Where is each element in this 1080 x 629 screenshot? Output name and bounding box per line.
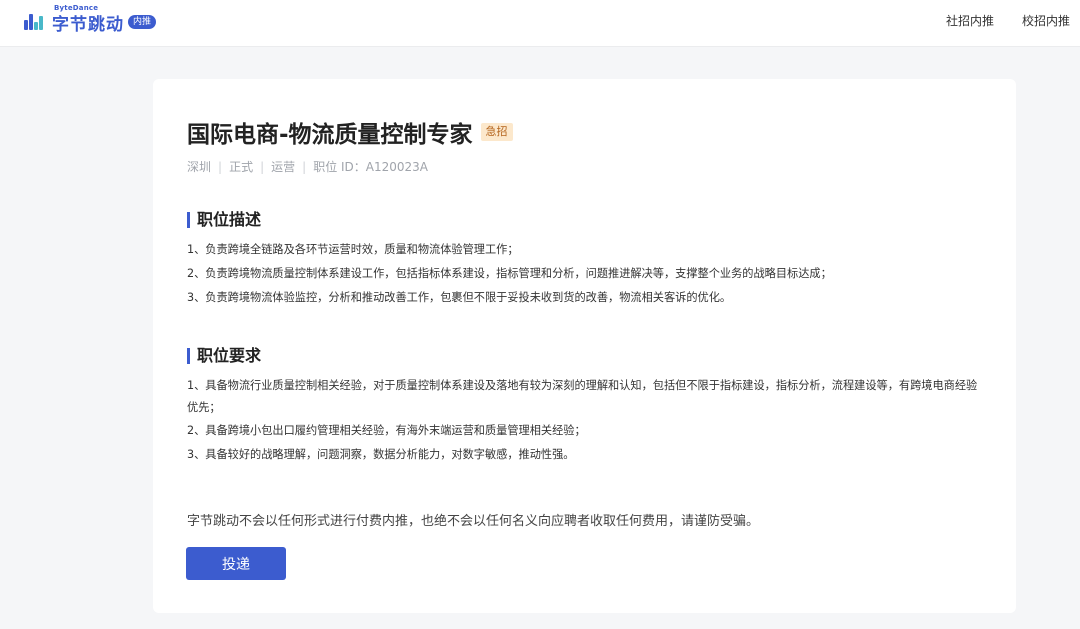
job-title: 国际电商-物流质量控制专家: [187, 122, 473, 148]
logo-subtitle: ByteDance: [54, 3, 99, 12]
bytedance-bars-icon: [24, 14, 46, 30]
referral-badge: 内推: [128, 15, 157, 29]
urgent-badge: 急招: [480, 123, 513, 141]
nav-campus-referral[interactable]: 校招内推: [1022, 12, 1070, 29]
description-list: 1、负责跨境全链路及各环节运营时效，质量和物流体验管理工作； 2、负责跨境物流质…: [187, 238, 987, 310]
meta-divider: |: [302, 159, 307, 174]
job-type: 正式: [229, 160, 254, 174]
job-location: 深圳: [187, 160, 212, 174]
anti-fraud-notice: 字节跳动不会以任何形式进行付费内推，也绝不会以任何名义向应聘者收取任何费用，请谨…: [187, 514, 760, 529]
bytedance-logo[interactable]: ByteDance 字节跳动 内推: [24, 4, 157, 36]
job-id: 职位 ID：A120023A: [313, 160, 429, 174]
requirements-heading: 职位要求: [187, 348, 261, 364]
description-line: 2、负责跨境物流质量控制体系建设工作，包括指标体系建设，指标管理和分析，问题推进…: [187, 267, 832, 280]
job-category: 运营: [271, 160, 296, 174]
requirement-line: 1、具备物流行业质量控制相关经验，对于质量控制体系建设及落地有较为深刻的理解和认…: [187, 379, 978, 414]
logo-text: ByteDance 字节跳动: [52, 4, 124, 35]
nav-social-referral[interactable]: 社招内推: [946, 12, 994, 29]
top-navigation-bar: ByteDance 字节跳动 内推 社招内推 校招内推: [0, 0, 1080, 46]
requirement-line: 3、具备较好的战略理解，问题洞察，数据分析能力，对数字敏感，推动性强。: [187, 448, 575, 461]
apply-button[interactable]: 投递: [186, 547, 286, 580]
requirements-list: 1、具备物流行业质量控制相关经验，对于质量控制体系建设及落地有较为深刻的理解和认…: [187, 375, 987, 467]
job-detail-card: 国际电商-物流质量控制专家 急招 深圳 | 正式 | 运营 | 职位 ID：A1…: [153, 79, 1016, 613]
job-title-row: 国际电商-物流质量控制专家 急招: [187, 115, 513, 149]
top-nav-links: 社招内推 校招内推: [918, 12, 1070, 29]
logo-name: 字节跳动: [52, 14, 124, 35]
description-heading: 职位描述: [187, 212, 261, 228]
meta-divider: |: [218, 159, 223, 174]
description-line: 1、负责跨境全链路及各环节运营时效，质量和物流体验管理工作；: [187, 243, 519, 256]
description-line: 3、负责跨境物流体验监控，分析和推动改善工作，包裹但不限于妥投未收到货的改善，物…: [187, 291, 732, 304]
requirement-line: 2、具备跨境小包出口履约管理相关经验，有海外末端运营和质量管理相关经验；: [187, 424, 586, 437]
meta-divider: |: [260, 159, 265, 174]
job-meta: 深圳 | 正式 | 运营 | 职位 ID：A120023A: [187, 158, 428, 175]
